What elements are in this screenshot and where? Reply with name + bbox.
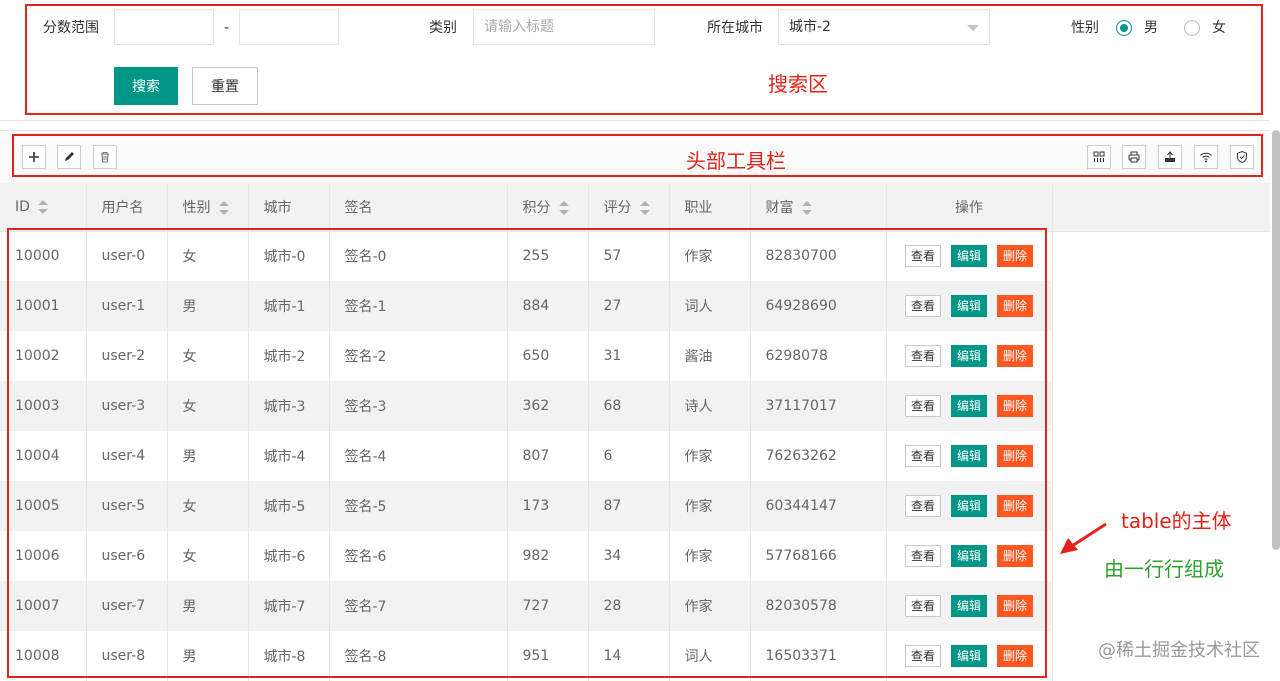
column-header-label: 城市	[263, 199, 292, 216]
toolbar-annotation: 头部工具栏	[686, 149, 786, 173]
column-header-label: 用户名	[101, 199, 144, 216]
column-header: 用户名	[86, 183, 168, 232]
sort-icon[interactable]	[639, 200, 650, 215]
column-header: 职业	[669, 183, 751, 232]
column-header[interactable]: 评分	[588, 183, 670, 232]
sort-icon[interactable]	[37, 199, 48, 214]
table-body-annotation: table的主体	[1121, 509, 1232, 533]
rows-annotation: 由一行行组成	[1104, 557, 1224, 581]
table-header-filler	[1052, 183, 1270, 232]
column-header: 城市	[248, 183, 330, 232]
sort-icon[interactable]	[801, 200, 812, 215]
column-header-label: 积分	[522, 199, 551, 216]
search-area-annotation-box	[25, 4, 1263, 115]
arrow-icon	[1060, 522, 1107, 554]
sort-icon[interactable]	[218, 200, 229, 215]
column-header-label: 评分	[603, 199, 632, 216]
column-header-label: 性别	[182, 199, 211, 216]
column-header-label: 签名	[344, 199, 373, 216]
column-header[interactable]: 性别	[167, 183, 249, 232]
column-header: 操作	[886, 183, 1053, 232]
table-header-row: ID 用户名 性别 城市 签名 积分 评分 职业 财富 操作	[0, 183, 1053, 232]
column-header[interactable]: 财富	[750, 183, 887, 232]
table-body-annotation-box	[7, 228, 1047, 678]
watermark: @稀土掘金技术社区	[1098, 640, 1260, 661]
search-area-annotation: 搜索区	[768, 72, 828, 96]
sort-icon[interactable]	[558, 200, 569, 215]
page-scrollbar[interactable]	[1272, 130, 1280, 550]
column-header[interactable]: 积分	[507, 183, 589, 232]
column-header[interactable]: ID	[0, 183, 87, 232]
column-header-label: 职业	[684, 199, 713, 216]
column-header-label: 财富	[765, 199, 794, 216]
column-header: 签名	[329, 183, 508, 232]
column-header-label: ID	[15, 198, 30, 215]
toolbar-annotation-box	[12, 134, 1263, 177]
column-header-label: 操作	[955, 199, 983, 216]
